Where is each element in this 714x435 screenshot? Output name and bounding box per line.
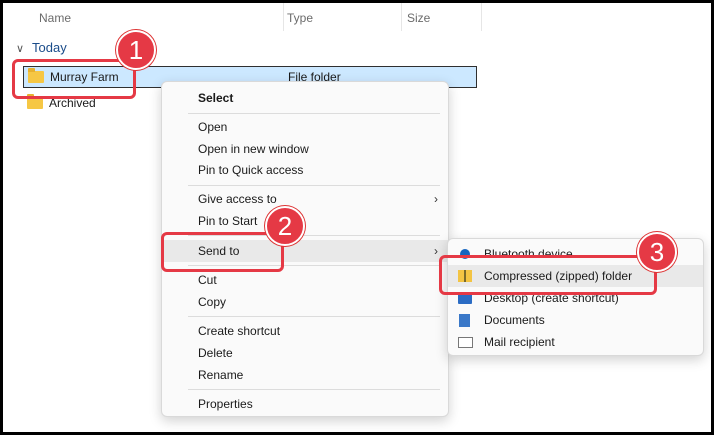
chevron-down-icon: ∨ (16, 43, 25, 55)
documents-icon (459, 313, 470, 327)
chevron-right-icon: › (434, 192, 438, 206)
callout-highlight-1 (12, 59, 136, 99)
menu-divider (188, 185, 440, 186)
column-divider[interactable] (283, 3, 284, 31)
menu-item-rename[interactable]: Rename (162, 364, 448, 386)
menu-item-copy[interactable]: Copy (162, 291, 448, 313)
menu-item-select[interactable]: Select (162, 87, 448, 109)
menu-item-pin-start[interactable]: Pin to Start (162, 210, 448, 232)
menu-item-give-access[interactable]: Give access to › (162, 188, 448, 210)
submenu-item-documents[interactable]: Documents (448, 309, 703, 331)
explorer-window: Name Type Size ∨ Today Murray Farm File f… (0, 0, 714, 435)
group-label: Today (32, 40, 67, 55)
step-badge-1: 1 (116, 30, 156, 70)
column-size[interactable]: Size (407, 11, 430, 25)
menu-item-properties[interactable]: Properties (162, 393, 448, 415)
submenu-item-mail[interactable]: Mail recipient (448, 331, 703, 353)
menu-divider (188, 113, 440, 114)
menu-item-delete[interactable]: Delete (162, 342, 448, 364)
menu-item-pin-quick-access[interactable]: Pin to Quick access (162, 159, 448, 181)
menu-divider (188, 316, 440, 317)
menu-item-open-new-window[interactable]: Open in new window (162, 138, 448, 160)
mail-icon (458, 336, 473, 348)
chevron-right-icon: › (434, 244, 438, 258)
menu-item-cut[interactable]: Cut (162, 269, 448, 291)
callout-highlight-2 (161, 232, 284, 272)
column-divider[interactable] (401, 3, 402, 31)
callout-highlight-3 (439, 255, 657, 295)
column-name[interactable]: Name (39, 11, 71, 25)
menu-item-open[interactable]: Open (162, 116, 448, 138)
group-header-today[interactable]: ∨ Today (16, 40, 67, 55)
step-badge-3: 3 (637, 232, 677, 272)
column-divider[interactable] (481, 3, 482, 31)
menu-item-create-shortcut[interactable]: Create shortcut (162, 320, 448, 342)
column-header: Name Type Size (3, 3, 711, 33)
step-badge-2: 2 (265, 206, 305, 246)
column-type[interactable]: Type (287, 11, 313, 25)
menu-divider (188, 389, 440, 390)
